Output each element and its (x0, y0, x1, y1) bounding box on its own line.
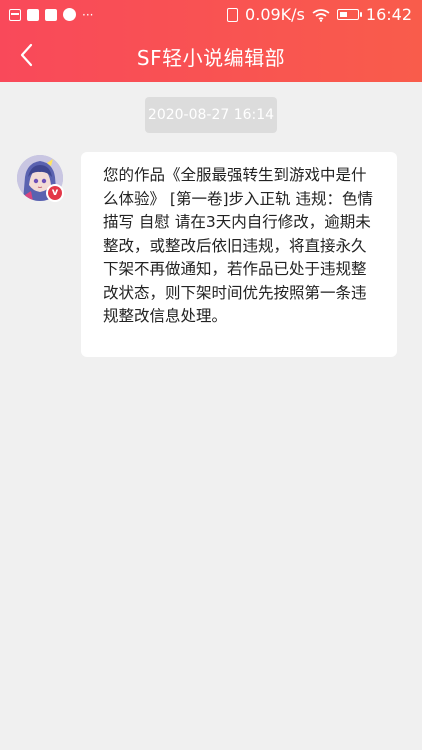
message-text: 您的作品《全服最强转生到游戏中是什么体验》 [第一卷]步入正轨 违规：色情描写 … (103, 166, 373, 325)
message-timestamp: 2020-08-27 16:14 (145, 97, 277, 133)
page-title: SF轻小说编辑部 (136, 46, 286, 70)
status-bar: ··· 0.09K/s 16:42 (0, 0, 422, 30)
square-icon (27, 8, 39, 21)
network-speed: 0.09K/s (245, 5, 305, 24)
globe-icon (63, 8, 76, 21)
nav-bar: SF轻小说编辑部 (0, 30, 422, 82)
status-left-icons: ··· (9, 8, 93, 21)
message-bubble: 您的作品《全服最强转生到游戏中是什么体验》 [第一卷]步入正轨 违规：色情描写 … (81, 152, 397, 357)
square-icon (45, 8, 57, 21)
phone-icon (227, 7, 239, 22)
status-right: 0.09K/s 16:42 (227, 5, 412, 24)
verified-badge: v (46, 184, 64, 202)
status-time: 16:42 (365, 5, 412, 24)
more-dots: ··· (82, 7, 94, 22)
battery-level (339, 12, 347, 17)
calendar-icon (9, 8, 21, 21)
battery-icon (336, 9, 362, 20)
wifi-icon (312, 8, 330, 22)
header: ··· 0.09K/s 16:42 SF轻小说编辑部 (0, 0, 422, 82)
